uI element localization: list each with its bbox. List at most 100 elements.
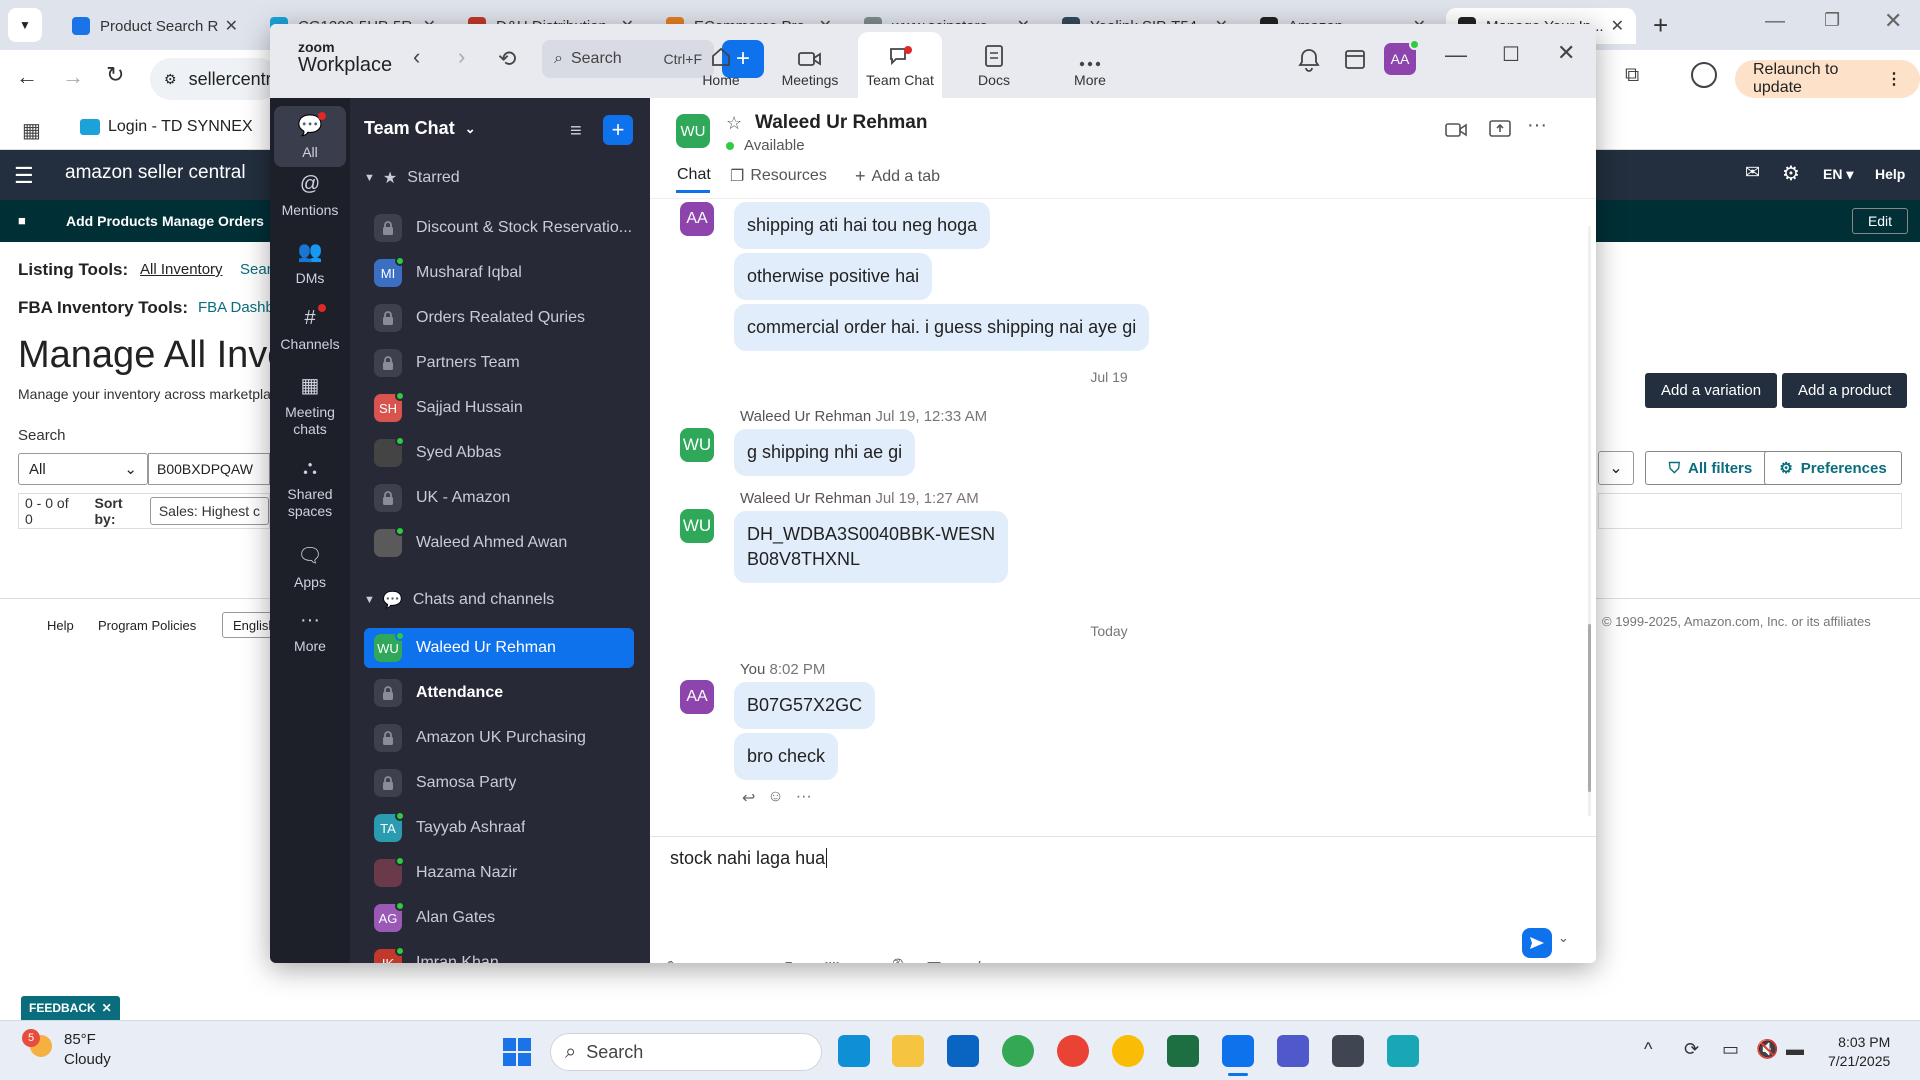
edge-icon[interactable] [838,1035,870,1067]
search-scope-select[interactable]: All ⌄ [18,453,148,485]
send-options-icon[interactable]: ⌄ [1558,930,1569,946]
team-chat-title[interactable]: Team Chat ⌄ [364,118,476,139]
message-bubble[interactable]: g shipping nhi ae gi [734,429,916,476]
zoom-minimize-button[interactable]: — [1445,42,1467,68]
app-one-icon[interactable]: ■ [1006,950,1016,963]
history-icon[interactable]: ⟲ [498,46,516,72]
chrome-work-icon[interactable] [1112,1035,1144,1067]
back-button[interactable]: ← [16,64,38,90]
zoom-close-button[interactable]: ✕ [1557,40,1575,66]
add-product-button[interactable]: Add a product [1782,373,1908,408]
calculator-icon[interactable] [1332,1035,1364,1067]
address-bar[interactable]: ⚙ sellercentral.amazon.co.uk [150,58,280,100]
channel-item[interactable]: Partners Team [364,343,634,383]
profile-avatar[interactable]: AA [1384,39,1420,75]
rail-meeting-chats[interactable]: ▦ Meeting chats [274,372,346,438]
message-avatar[interactable]: WU [680,428,714,462]
more-options-icon[interactable]: ··· [1527,114,1547,137]
show-hidden-icons-chevron[interactable]: ^ [1644,1039,1652,1060]
chrome-icon[interactable] [1002,1035,1034,1067]
tab-resources[interactable]: ❐ Resources [730,166,827,186]
nav-meetings[interactable]: Meetings [768,42,852,88]
settings-gear-icon[interactable]: ⚙ [1782,161,1800,186]
zoom-maximize-button[interactable]: ☐ [1502,42,1520,67]
browser-tab[interactable]: Product Search R ✕ [60,8,250,44]
teams-icon[interactable] [1277,1035,1309,1067]
feedback-tab[interactable]: FEEDBACK ✕ [21,996,120,1020]
weather-desc[interactable]: Cloudy [64,1051,111,1068]
bookmark-td-synnex[interactable]: Login - TD SYNNEX [80,118,253,136]
zoom-app-icon[interactable] [1222,1035,1254,1076]
weather-widget-icon[interactable]: 5 [22,1029,56,1061]
link-fba-dashboard[interactable]: FBA Dashb [198,299,274,316]
reload-button[interactable]: ↻ [106,62,124,88]
filter-icon[interactable]: ≡ [570,120,582,143]
message-avatar[interactable]: AA [680,680,714,714]
volume-muted-icon[interactable]: 🔇 [1756,1039,1778,1060]
tab-search-button[interactable]: ▼ [8,8,42,42]
contact-item[interactable]: TA Tayyab Ashraaf [364,808,634,848]
screenshot-options-icon[interactable]: ⌄ [850,950,864,963]
language-selector[interactable]: EN ▾ [1823,166,1853,183]
mail-icon[interactable]: ✉ [1745,162,1760,183]
channel-item[interactable]: Orders Realated Quries [364,298,634,338]
chrome-profile-icon[interactable] [1057,1035,1089,1067]
sync-icon[interactable]: ⟳ [1684,1039,1699,1060]
gif-icon[interactable]: GIF [740,950,762,964]
nav-manage-orders[interactable]: Manage Orders [162,213,264,229]
video-call-icon[interactable] [1445,122,1467,138]
excel-icon[interactable] [1167,1035,1199,1067]
audio-message-icon[interactable]: 🎙 [888,950,910,963]
channel-item[interactable]: Attendance [364,673,634,713]
contact-item[interactable]: Syed Abbas [364,433,634,473]
share-screen-icon[interactable] [1489,119,1511,139]
contact-item[interactable]: AG Alan Gates [364,898,634,938]
battery-icon[interactable]: ▬ [1786,1039,1804,1060]
video-message-icon[interactable]: ▣ [926,950,942,963]
edit-nav-button[interactable]: Edit [1852,208,1908,234]
contact-item[interactable]: WU Waleed Ur Rehman [364,628,634,668]
emoji-icon[interactable]: ☺ [704,950,721,963]
contact-item[interactable]: MI Musharaf Iqbal [364,253,634,293]
close-icon[interactable]: ✕ [102,1001,112,1015]
more-icon[interactable]: ··· [1084,950,1101,963]
add-variation-button[interactable]: Add a variation [1645,373,1778,408]
restore-browser-button[interactable]: ❐ [1824,10,1840,31]
app-two-icon[interactable]: ■ [1046,950,1056,963]
rail-mentions[interactable]: @ Mentions [274,170,346,219]
network-icon[interactable]: ▭ [1722,1039,1739,1060]
calendar-icon[interactable] [1344,48,1366,70]
message-bubble[interactable]: DH_WDBA3S0040BBK-WESN B08V8THXNL [734,511,1009,583]
new-tab-button[interactable]: + [1653,10,1668,41]
weather-temp[interactable]: 85°F [64,1031,96,1048]
contact-item[interactable]: IK Imran Khan [364,943,634,963]
screenshot-icon[interactable]: ⬚ [824,950,840,963]
file-icon[interactable]: ▯ [784,950,793,963]
file-explorer-icon[interactable] [892,1035,924,1067]
all-filters-button[interactable]: ⛉ All filters [1645,451,1776,485]
history-forward-button[interactable]: › [458,44,465,70]
message-bubble[interactable]: commercial order hai. i guess shipping n… [734,304,1150,351]
channel-item[interactable]: Samosa Party [364,763,634,803]
message-bubble[interactable]: bro check [734,733,839,780]
contact-item[interactable]: SH Sajjad Hussain [364,388,634,428]
message-avatar[interactable]: AA [680,202,714,236]
nav-docs[interactable]: Docs [952,42,1036,88]
channel-item[interactable]: Amazon UK Purchasing [364,718,634,758]
new-chat-plus-button[interactable]: + [603,115,633,145]
add-tab-button[interactable]: + Add a tab [855,166,940,187]
hamburger-menu-icon[interactable]: ☰ [14,163,34,189]
rail-all[interactable]: 💬 All [274,106,346,167]
nav-team-chat[interactable]: Team Chat [858,32,942,98]
star-outline-icon[interactable]: ☆ [726,113,742,134]
contact-name[interactable]: Waleed Ur Rehman [755,112,927,134]
link-search[interactable]: Sear [240,261,272,278]
message-bubble[interactable]: B07G57X2GC [734,682,876,729]
link-all-inventory[interactable]: All Inventory [140,261,223,278]
forward-button[interactable]: → [62,64,84,90]
rail-shared-spaces[interactable]: ⛬ Shared spaces [274,454,346,520]
taskbar-search[interactable]: ⌕ Search [550,1033,822,1071]
close-tab-icon[interactable]: ✕ [225,16,238,36]
scrollbar-thumb[interactable] [1588,624,1591,792]
nav-home[interactable]: Home [679,42,763,88]
